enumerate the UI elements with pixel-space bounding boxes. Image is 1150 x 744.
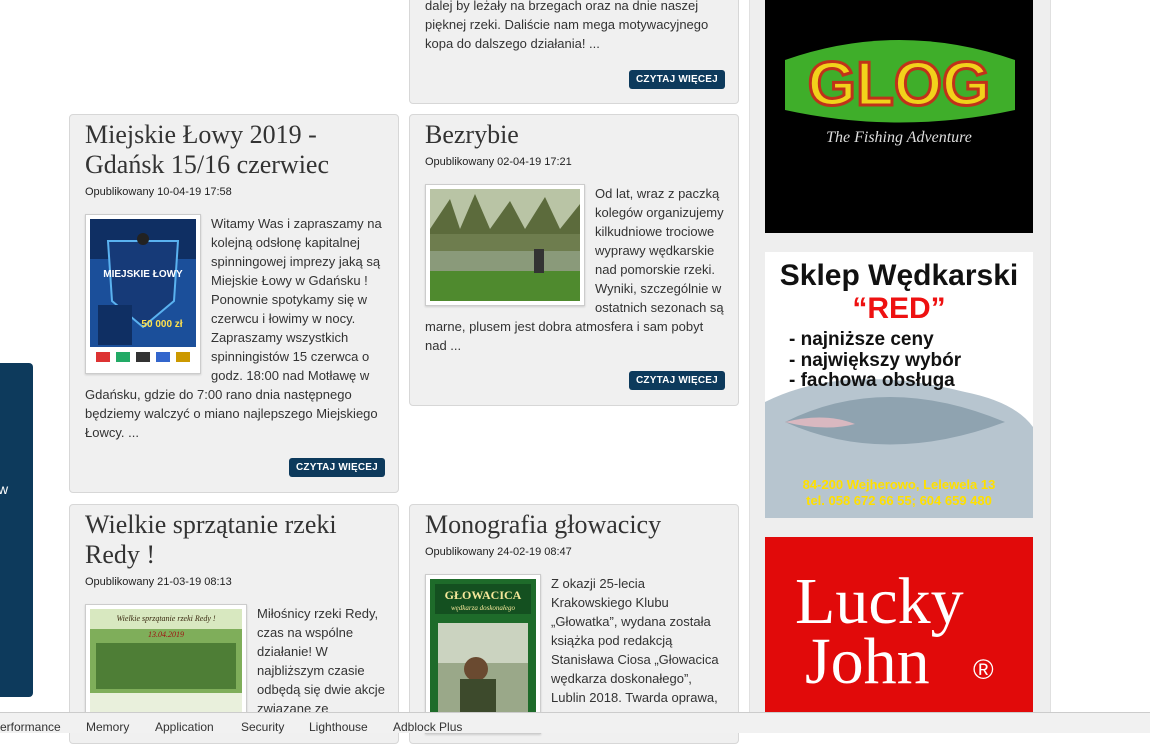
red-shop-bullet: - najniższe ceny [789, 329, 934, 350]
poster-amount: 50 000 zł [141, 319, 182, 330]
poster-title: Wielkie sprzątanie rzeki Redy ! [116, 614, 215, 623]
ad-banner-lucky-john[interactable]: Lucky John ® [765, 537, 1033, 712]
read-more-button[interactable]: CZYTAJ WIĘCEJ [629, 371, 725, 390]
article-thumbnail[interactable]: GŁOWACICA wędkarza doskonałego [425, 574, 541, 734]
side-tab-label: w [0, 481, 9, 497]
article-title[interactable]: Miejskie Łowy 2019 - Gdańsk 15/16 czerwi… [85, 120, 385, 180]
red-shop-address: 84-200 Wejherowo, Lelewela 13 [803, 477, 996, 492]
read-more-button[interactable]: CZYTAJ WIĘCEJ [289, 458, 385, 477]
article-date: Opublikowany 10-04-19 17:58 [85, 186, 232, 198]
book-title: GŁOWACICA [445, 588, 522, 602]
red-shop-bullet: - fachowa obsługa [789, 370, 955, 391]
article-title[interactable]: Wielkie sprzątanie rzeki Redy ! [85, 510, 385, 570]
article-excerpt: Z okazji 25-lecia Krakowskiego Klubu „Gł… [551, 576, 719, 705]
read-more-button[interactable]: CZYTAJ WIĘCEJ [629, 70, 725, 89]
lucky-john-line2: John [805, 625, 930, 698]
article-title[interactable]: Bezrybie [425, 120, 725, 150]
ad-banner-glog[interactable]: GLOG The Fishing Adventure [765, 0, 1033, 233]
red-shop-name: “RED” [852, 292, 945, 325]
glog-brand: GLOG [808, 50, 991, 119]
article-excerpt: Miłośnicy rzeki Redy, czas na wspólne dz… [257, 606, 385, 716]
article-date: Opublikowany 21-03-19 08:13 [85, 576, 232, 588]
article-thumbnail[interactable]: Wielkie sprzątanie rzeki Redy ! 13.04.20… [85, 604, 247, 724]
article-card: Bezrybie Opublikowany 02-04-19 17:21 Od … [409, 114, 739, 406]
cleanup-poster-image: Wielkie sprzątanie rzeki Redy ! 13.04.20… [90, 609, 242, 719]
article-date: Opublikowany 02-04-19 17:21 [425, 156, 572, 168]
article-date: Opublikowany 24-02-19 08:47 [425, 546, 572, 558]
registered-mark: ® [973, 654, 994, 685]
side-feedback-tab[interactable]: w [0, 363, 33, 697]
devtools-tab-bar: erformance Memory Application Security L… [0, 712, 1150, 734]
book-subtitle: wędkarza doskonałego [451, 604, 515, 612]
ad-banner-red-shop[interactable]: Sklep Wędkarski “RED” - najniższe ceny -… [765, 252, 1033, 518]
article-card: Miejskie Łowy 2019 - Gdańsk 15/16 czerwi… [69, 114, 399, 493]
lucky-john-logo: Lucky John ® [795, 565, 994, 698]
poster-date: 13.04.2019 [148, 630, 184, 639]
article-thumbnail[interactable]: MIEJSKIE ŁOWY 50 000 zł [85, 214, 201, 374]
article-card: Wielkie sprzątanie rzeki Redy ! Opubliko… [69, 504, 399, 744]
article-thumbnail[interactable] [425, 184, 585, 306]
poster-title: MIEJSKIE ŁOWY [103, 269, 183, 280]
book-cover-image: GŁOWACICA wędkarza doskonałego [430, 579, 536, 729]
red-shop-title: Sklep Wędkarski [780, 259, 1018, 292]
red-shop-bullet: - największy wybór [789, 350, 962, 371]
glog-logo: GLOG The Fishing Adventure [785, 40, 1015, 146]
river-photo-image [430, 189, 580, 301]
article-card-top: dalej by leżały na brzegach oraz na dnie… [409, 0, 739, 104]
article-card: Monografia głowacicy Opublikowany 24-02-… [409, 504, 739, 744]
glog-tagline: The Fishing Adventure [826, 129, 972, 146]
red-shop-banner: Sklep Wędkarski “RED” - najniższe ceny -… [765, 252, 1033, 518]
article-title[interactable]: Monografia głowacicy [425, 510, 725, 540]
red-shop-phone: tel. 058 672 66 55; 604 659 480 [806, 493, 992, 508]
event-poster-image: MIEJSKIE ŁOWY 50 000 zł [90, 219, 196, 369]
article-excerpt: dalej by leżały na brzegach oraz na dnie… [425, 0, 709, 51]
